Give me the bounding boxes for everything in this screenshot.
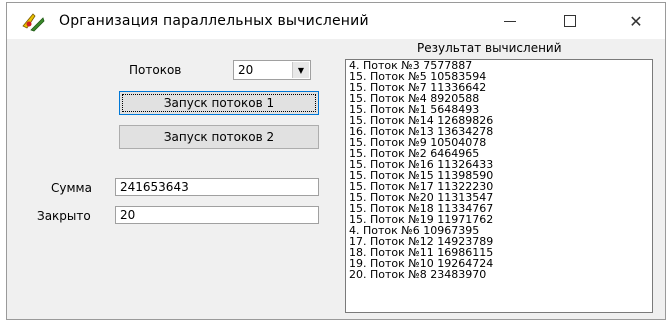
- list-item[interactable]: 20. Поток №8 23483970: [346, 269, 652, 280]
- close-button[interactable]: ✕: [613, 5, 659, 37]
- threads-value: 20: [238, 63, 254, 77]
- threads-label: Потоков: [129, 63, 182, 77]
- sum-field[interactable]: 241653643: [115, 178, 319, 196]
- start-threads-2-button[interactable]: Запуск потоков 2: [119, 125, 319, 149]
- sum-label: Сумма: [51, 181, 92, 195]
- results-title: Результат вычислений: [417, 41, 562, 55]
- results-listbox[interactable]: 4. Поток №3 7577887 15. Поток №5 10583594…: [345, 59, 653, 313]
- minimize-icon: [504, 20, 516, 22]
- maximize-button[interactable]: [547, 5, 593, 37]
- dropdown-arrow-icon[interactable]: ▼: [292, 62, 309, 78]
- main-window: Организация параллельных вычислений ✕ По…: [6, 2, 666, 320]
- closed-field[interactable]: 20: [115, 206, 319, 224]
- window-title: Организация параллельных вычислений: [59, 13, 369, 29]
- title-bar: Организация параллельных вычислений ✕: [7, 3, 665, 39]
- minimize-button[interactable]: [487, 5, 533, 37]
- closed-label: Закрыто: [37, 209, 91, 223]
- close-icon: ✕: [629, 11, 643, 31]
- maximize-icon: [564, 15, 576, 27]
- start-threads-1-button[interactable]: Запуск потоков 1: [119, 91, 319, 115]
- threads-combobox[interactable]: 20 ▼: [233, 60, 311, 80]
- app-icon: [21, 12, 45, 32]
